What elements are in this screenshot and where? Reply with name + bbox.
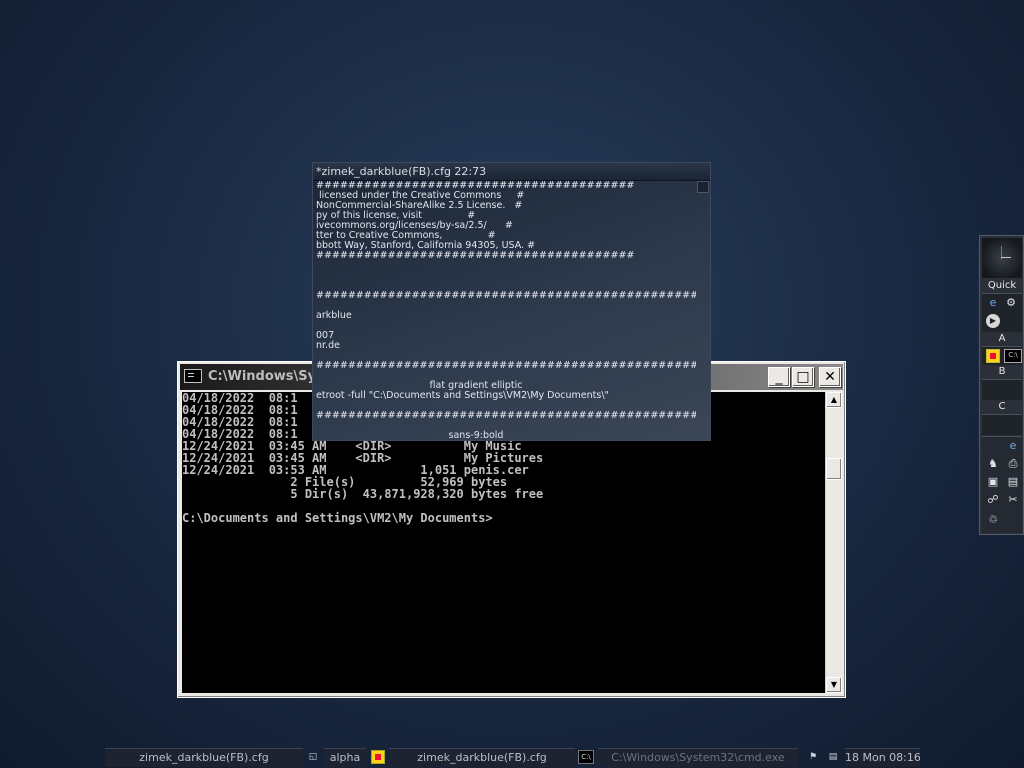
internet-explorer-icon[interactable]: e — [1006, 439, 1020, 453]
dock-label-c: C — [982, 401, 1022, 413]
dock-label-b: B — [982, 366, 1022, 378]
taskbar: zimek_darkblue(FB).cfg ◱ alpha zimek_dar… — [0, 748, 1024, 768]
editor-line: ########################################… — [316, 290, 696, 301]
editor-scroll-button[interactable] — [697, 181, 709, 193]
editor-line: arkblue — [316, 310, 352, 321]
maximize-button[interactable]: □ — [792, 367, 814, 387]
vertical-scrollbar[interactable]: ▲ ▼ — [825, 392, 842, 693]
tray-network-icon[interactable]: ⚑ — [806, 750, 820, 764]
quick-launch-section: e ⚙ ▶ — [982, 293, 1022, 332]
editor-line: ######################################## — [316, 251, 696, 261]
dock-label-a: A — [982, 333, 1022, 345]
printer-icon[interactable]: ⎙ — [1006, 457, 1020, 471]
editor-line: nr.de — [316, 340, 340, 351]
taskbar-item-cmd[interactable]: C:\Windows\System32\cmd.exe — [598, 748, 798, 767]
dock-label-quick: Quick — [982, 280, 1022, 292]
editor-line: ########################################… — [316, 360, 696, 371]
console-prompt[interactable]: C:\Documents and Settings\VM2\My Documen… — [182, 512, 825, 524]
slit-dock: Quick e ⚙ ▶ A C:\ B C e ♞ ⎙ ▣ ▤ ☍ ✂ ♲ — [979, 235, 1024, 535]
scroll-up-arrow-icon[interactable]: ▲ — [826, 392, 842, 408]
disk-icon[interactable]: ▤ — [1006, 475, 1020, 489]
section-b — [982, 379, 1022, 400]
network-icon[interactable]: ☍ — [986, 493, 1000, 507]
editor-selected-text: ######################################## — [316, 250, 635, 261]
folder-icon[interactable]: ▣ — [986, 475, 1000, 489]
editor-text-area[interactable]: ########################################… — [316, 181, 696, 440]
taskbar-item-editor[interactable]: zimek_darkblue(FB).cfg — [105, 748, 303, 767]
games-icon[interactable]: ♞ — [986, 457, 1000, 471]
window-controls: _ □ ✕ — [768, 367, 841, 387]
app-icon[interactable] — [986, 349, 1000, 363]
editor-line: sans-9:bold — [448, 430, 504, 441]
editor-line: ########################################… — [316, 410, 696, 421]
dock-tray-section: e ♞ ⎙ ▣ ▤ ☍ ✂ ♲ — [982, 436, 1022, 533]
editor-line: 007 — [316, 330, 335, 341]
section-c — [982, 414, 1022, 435]
scroll-down-arrow-icon[interactable]: ▼ — [826, 677, 842, 693]
internet-explorer-icon[interactable]: e — [986, 296, 1000, 310]
editor-window-title: *zimek_darkblue(FB).cfg 22:73 — [316, 165, 487, 178]
editor-window: *zimek_darkblue(FB).cfg 22:73 ##########… — [312, 162, 711, 441]
scroll-thumb[interactable] — [826, 458, 842, 480]
section-a: C:\ — [982, 346, 1022, 365]
analog-clock-icon — [982, 238, 1022, 278]
settings-icon[interactable]: ⚙ — [1004, 296, 1018, 310]
terminal-icon[interactable]: C:\ — [1004, 349, 1022, 363]
tools-icon[interactable]: ✂ — [1006, 493, 1020, 507]
app-icon[interactable] — [371, 750, 385, 764]
taskbar-item-editor-2[interactable]: zimek_darkblue(FB).cfg — [389, 748, 575, 767]
editor-titlebar[interactable]: *zimek_darkblue(FB).cfg 22:73 — [313, 163, 710, 181]
console-line: 5 Dir(s) 43,871,928,320 bytes free — [182, 487, 544, 501]
clock[interactable]: 18 Mon 08:16 — [845, 748, 920, 767]
minimize-button[interactable]: _ — [768, 367, 790, 387]
workspace-name[interactable]: alpha — [324, 748, 366, 767]
workspace-switch-icon[interactable]: ◱ — [306, 750, 320, 764]
recycle-bin-icon[interactable]: ♲ — [986, 513, 1000, 527]
editor-line: etroot -full "C:\Documents and Settings\… — [316, 390, 609, 401]
terminal-icon[interactable]: C:\ — [578, 750, 594, 764]
close-button[interactable]: ✕ — [819, 367, 841, 387]
tray-app-icon[interactable]: ▤ — [826, 750, 840, 764]
media-player-icon[interactable]: ▶ — [986, 314, 1000, 328]
cmd-system-icon[interactable] — [184, 369, 202, 383]
